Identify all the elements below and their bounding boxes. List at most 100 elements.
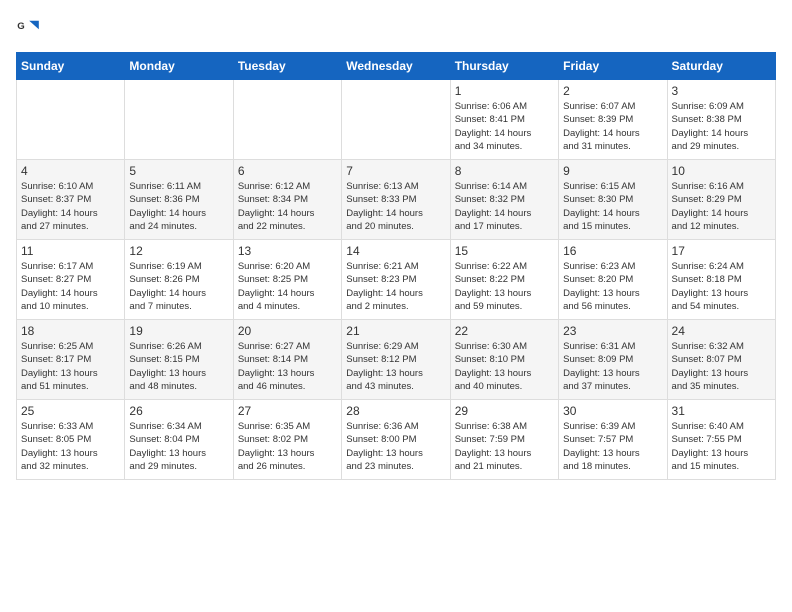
calendar-cell <box>342 80 450 160</box>
calendar-cell: 10Sunrise: 6:16 AM Sunset: 8:29 PM Dayli… <box>667 160 775 240</box>
logo: G <box>16 16 44 40</box>
calendar-table: SundayMondayTuesdayWednesdayThursdayFrid… <box>16 52 776 480</box>
day-info: Sunrise: 6:36 AM Sunset: 8:00 PM Dayligh… <box>346 420 445 473</box>
day-info: Sunrise: 6:34 AM Sunset: 8:04 PM Dayligh… <box>129 420 228 473</box>
day-number: 3 <box>672 84 771 98</box>
page-header: G <box>16 16 776 40</box>
calendar-cell: 7Sunrise: 6:13 AM Sunset: 8:33 PM Daylig… <box>342 160 450 240</box>
calendar-cell: 29 Sunrise: 6:38 AM Sunset: 7:59 PM Dayli… <box>450 400 558 480</box>
day-info: Sunrise: 6:11 AM Sunset: 8:36 PM Dayligh… <box>129 180 228 233</box>
calendar-cell <box>17 80 125 160</box>
calendar-cell: 19Sunrise: 6:26 AM Sunset: 8:15 PM Dayli… <box>125 320 233 400</box>
day-number: 9 <box>563 164 662 178</box>
calendar-cell: 23 Sunrise: 6:31 AM Sunset: 8:09 PM Dayli… <box>559 320 667 400</box>
calendar-cell: 13Sunrise: 6:20 AM Sunset: 8:25 PM Dayli… <box>233 240 341 320</box>
day-info: Sunrise: 6:19 AM Sunset: 8:26 PM Dayligh… <box>129 260 228 313</box>
day-info: Sunrise: 6:12 AM Sunset: 8:34 PM Dayligh… <box>238 180 337 233</box>
calendar-cell: 2 Sunrise: 6:07 AM Sunset: 8:39 PM Daylig… <box>559 80 667 160</box>
day-info: Sunrise: 6:23 AM Sunset: 8:20 PM Dayligh… <box>563 260 662 313</box>
calendar-cell: 5 Sunrise: 6:11 AM Sunset: 8:36 PM Daylig… <box>125 160 233 240</box>
calendar-cell <box>233 80 341 160</box>
day-info: Sunrise: 6:38 AM Sunset: 7:59 PM Dayligh… <box>455 420 554 473</box>
calendar-cell: 14 Sunrise: 6:21 AM Sunset: 8:23 PM Dayli… <box>342 240 450 320</box>
calendar-cell: 6 Sunrise: 6:12 AM Sunset: 8:34 PM Daylig… <box>233 160 341 240</box>
calendar-cell: 4 Sunrise: 6:10 AM Sunset: 8:37 PM Daylig… <box>17 160 125 240</box>
day-info: Sunrise: 6:40 AM Sunset: 7:55 PM Dayligh… <box>672 420 771 473</box>
day-number: 24 <box>672 324 771 338</box>
day-info: Sunrise: 6:33 AM Sunset: 8:05 PM Dayligh… <box>21 420 120 473</box>
day-number: 21 <box>346 324 445 338</box>
calendar-cell: 15 Sunrise: 6:22 AM Sunset: 8:22 PM Dayli… <box>450 240 558 320</box>
day-number: 8 <box>455 164 554 178</box>
day-number: 4 <box>21 164 120 178</box>
day-info: Sunrise: 6:14 AM Sunset: 8:32 PM Dayligh… <box>455 180 554 233</box>
day-number: 28 <box>346 404 445 418</box>
calendar-cell: 24 Sunrise: 6:32 AM Sunset: 8:07 PM Dayli… <box>667 320 775 400</box>
day-info: Sunrise: 6:10 AM Sunset: 8:37 PM Dayligh… <box>21 180 120 233</box>
svg-text:G: G <box>17 21 24 32</box>
weekday-header-friday: Friday <box>559 53 667 80</box>
calendar-cell: 12 Sunrise: 6:19 AM Sunset: 8:26 PM Dayli… <box>125 240 233 320</box>
day-number: 15 <box>455 244 554 258</box>
calendar-cell: 11 Sunrise: 6:17 AM Sunset: 8:27 PM Dayli… <box>17 240 125 320</box>
calendar-cell <box>125 80 233 160</box>
day-number: 25 <box>21 404 120 418</box>
calendar-week-row: 11 Sunrise: 6:17 AM Sunset: 8:27 PM Dayli… <box>17 240 776 320</box>
calendar-cell: 18 Sunrise: 6:25 AM Sunset: 8:17 PM Dayli… <box>17 320 125 400</box>
day-number: 14 <box>346 244 445 258</box>
calendar-cell: 22 Sunrise: 6:30 AM Sunset: 8:10 PM Dayli… <box>450 320 558 400</box>
day-number: 19 <box>129 324 228 338</box>
day-info: Sunrise: 6:27 AM Sunset: 8:14 PM Dayligh… <box>238 340 337 393</box>
day-info: Sunrise: 6:06 AM Sunset: 8:41 PM Dayligh… <box>455 100 554 153</box>
day-number: 1 <box>455 84 554 98</box>
day-number: 5 <box>129 164 228 178</box>
day-info: Sunrise: 6:32 AM Sunset: 8:07 PM Dayligh… <box>672 340 771 393</box>
logo-icon: G <box>16 16 40 40</box>
calendar-week-row: 1 Sunrise: 6:06 AM Sunset: 8:41 PM Daylig… <box>17 80 776 160</box>
weekday-header-tuesday: Tuesday <box>233 53 341 80</box>
day-number: 2 <box>563 84 662 98</box>
calendar-cell: 31Sunrise: 6:40 AM Sunset: 7:55 PM Dayli… <box>667 400 775 480</box>
calendar-cell: 27Sunrise: 6:35 AM Sunset: 8:02 PM Dayli… <box>233 400 341 480</box>
calendar-week-row: 25 Sunrise: 6:33 AM Sunset: 8:05 PM Dayli… <box>17 400 776 480</box>
day-info: Sunrise: 6:21 AM Sunset: 8:23 PM Dayligh… <box>346 260 445 313</box>
day-number: 29 <box>455 404 554 418</box>
calendar-cell: 16 Sunrise: 6:23 AM Sunset: 8:20 PM Dayli… <box>559 240 667 320</box>
day-number: 11 <box>21 244 120 258</box>
day-number: 23 <box>563 324 662 338</box>
day-info: Sunrise: 6:35 AM Sunset: 8:02 PM Dayligh… <box>238 420 337 473</box>
day-number: 13 <box>238 244 337 258</box>
day-info: Sunrise: 6:17 AM Sunset: 8:27 PM Dayligh… <box>21 260 120 313</box>
calendar-cell: 1 Sunrise: 6:06 AM Sunset: 8:41 PM Daylig… <box>450 80 558 160</box>
weekday-header-wednesday: Wednesday <box>342 53 450 80</box>
calendar-week-row: 18 Sunrise: 6:25 AM Sunset: 8:17 PM Dayli… <box>17 320 776 400</box>
day-number: 17 <box>672 244 771 258</box>
calendar-cell: 28 Sunrise: 6:36 AM Sunset: 8:00 PM Dayli… <box>342 400 450 480</box>
weekday-header-sunday: Sunday <box>17 53 125 80</box>
day-number: 16 <box>563 244 662 258</box>
day-number: 18 <box>21 324 120 338</box>
day-info: Sunrise: 6:07 AM Sunset: 8:39 PM Dayligh… <box>563 100 662 153</box>
calendar-cell: 25 Sunrise: 6:33 AM Sunset: 8:05 PM Dayli… <box>17 400 125 480</box>
day-number: 22 <box>455 324 554 338</box>
day-info: Sunrise: 6:15 AM Sunset: 8:30 PM Dayligh… <box>563 180 662 233</box>
day-info: Sunrise: 6:29 AM Sunset: 8:12 PM Dayligh… <box>346 340 445 393</box>
day-number: 12 <box>129 244 228 258</box>
day-info: Sunrise: 6:09 AM Sunset: 8:38 PM Dayligh… <box>672 100 771 153</box>
day-info: Sunrise: 6:13 AM Sunset: 8:33 PM Dayligh… <box>346 180 445 233</box>
calendar-cell: 17 Sunrise: 6:24 AM Sunset: 8:18 PM Dayli… <box>667 240 775 320</box>
calendar-cell: 21 Sunrise: 6:29 AM Sunset: 8:12 PM Dayli… <box>342 320 450 400</box>
calendar-cell: 9 Sunrise: 6:15 AM Sunset: 8:30 PM Daylig… <box>559 160 667 240</box>
weekday-header-monday: Monday <box>125 53 233 80</box>
day-number: 6 <box>238 164 337 178</box>
day-info: Sunrise: 6:30 AM Sunset: 8:10 PM Dayligh… <box>455 340 554 393</box>
day-info: Sunrise: 6:25 AM Sunset: 8:17 PM Dayligh… <box>21 340 120 393</box>
calendar-cell: 20 Sunrise: 6:27 AM Sunset: 8:14 PM Dayli… <box>233 320 341 400</box>
calendar-cell: 30Sunrise: 6:39 AM Sunset: 7:57 PM Dayli… <box>559 400 667 480</box>
day-number: 26 <box>129 404 228 418</box>
day-info: Sunrise: 6:16 AM Sunset: 8:29 PM Dayligh… <box>672 180 771 233</box>
day-info: Sunrise: 6:22 AM Sunset: 8:22 PM Dayligh… <box>455 260 554 313</box>
day-info: Sunrise: 6:24 AM Sunset: 8:18 PM Dayligh… <box>672 260 771 313</box>
day-info: Sunrise: 6:31 AM Sunset: 8:09 PM Dayligh… <box>563 340 662 393</box>
day-number: 20 <box>238 324 337 338</box>
